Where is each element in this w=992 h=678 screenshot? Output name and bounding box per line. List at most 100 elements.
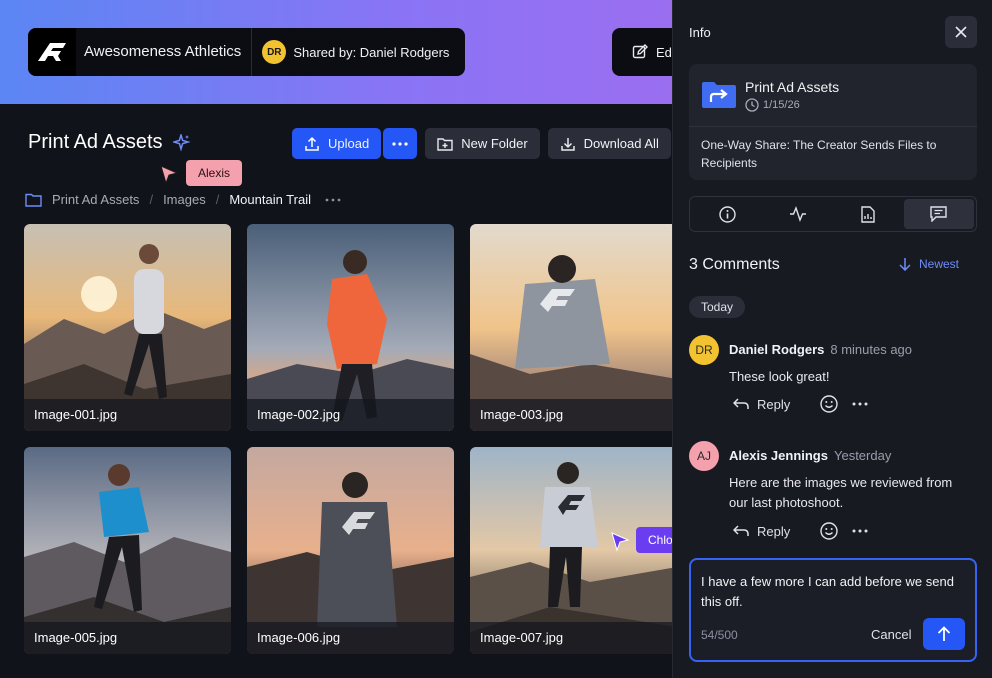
comment-author: Daniel Rodgers 8 minutes ago xyxy=(729,342,912,357)
shared-by-label: Shared by: Daniel Rodgers xyxy=(293,44,450,60)
char-count: 54/500 xyxy=(701,628,738,642)
share-date-text: 1/15/26 xyxy=(763,98,800,111)
arrow-down-icon xyxy=(899,258,911,271)
comment-icon xyxy=(930,206,947,222)
more-icon[interactable] xyxy=(325,198,341,202)
tab-comments[interactable] xyxy=(903,199,974,229)
comment-actions: Reply xyxy=(733,522,868,540)
comment-composer: I have a few more I can add before we se… xyxy=(689,558,977,662)
avatar: DR xyxy=(262,40,287,64)
share-name: Print Ad Assets xyxy=(745,78,840,95)
image-tile-overlay: Image-001.jpg xyxy=(24,224,231,431)
brand-logo xyxy=(28,28,76,76)
image-name: Image-003.jpg xyxy=(470,399,677,431)
breadcrumb-separator: / xyxy=(149,192,154,207)
comments-count: 3 Comments xyxy=(689,256,780,273)
reply-button[interactable]: Reply xyxy=(733,397,790,412)
share-description: One-Way Share: The Creator Sends Files t… xyxy=(701,138,937,170)
activity-icon xyxy=(789,206,806,222)
upload-icon xyxy=(305,136,319,151)
cursor-icon xyxy=(611,532,629,552)
author-name: Daniel Rodgers xyxy=(729,342,825,357)
close-icon xyxy=(955,26,967,38)
panel-title: Info xyxy=(689,25,711,40)
sparkle-icon[interactable] xyxy=(172,133,191,152)
author-name: Alexis Jennings xyxy=(729,448,828,463)
info-panel: Info Print Ad Assets 1/15/26 One-Way Sha… xyxy=(672,0,992,678)
reply-icon xyxy=(733,398,749,409)
comment: DR Daniel Rodgers 8 minutes ago These loo… xyxy=(689,335,979,425)
image-tile-overlay: Image-003.jpg xyxy=(470,224,677,431)
folder-icon xyxy=(25,193,42,207)
share-date: 1/15/26 xyxy=(745,97,839,112)
new-folder-label: New Folder xyxy=(461,136,528,151)
breadcrumb-separator: / xyxy=(215,192,220,207)
download-icon xyxy=(560,137,575,151)
more-icon[interactable] xyxy=(852,529,868,533)
image-tile-overlay: Image-005.jpg xyxy=(24,447,231,654)
more-icon[interactable] xyxy=(852,402,868,406)
avatar: AJ xyxy=(689,441,719,471)
cursor-label-alexis: Alexis xyxy=(186,160,243,186)
reply-icon xyxy=(733,525,749,536)
comment-author: Alexis Jennings Yesterday xyxy=(729,448,891,463)
tab-info[interactable] xyxy=(692,199,763,229)
day-divider: Today xyxy=(689,296,746,318)
edit-icon xyxy=(632,44,648,59)
close-button[interactable] xyxy=(945,16,977,48)
image-name: Image-007.jpg xyxy=(470,622,677,654)
image-tile-overlay: Image-006.jpg xyxy=(247,447,454,654)
new-folder-button[interactable]: New Folder xyxy=(425,128,540,159)
emoji-icon[interactable] xyxy=(820,522,838,540)
upload-more-button[interactable] xyxy=(383,128,418,159)
comment: AJ Alexis Jennings Yesterday Here are the… xyxy=(689,441,979,551)
page-title: Print Ad Assets xyxy=(28,131,191,154)
comment-actions: Reply xyxy=(733,395,868,413)
share-card-header: Print Ad Assets 1/15/26 xyxy=(689,64,977,127)
share-card: Print Ad Assets 1/15/26 One-Way Share: T… xyxy=(689,64,977,180)
report-icon xyxy=(861,205,875,223)
clock-icon xyxy=(745,97,759,112)
image-name: Image-005.jpg xyxy=(24,622,231,654)
download-all-button[interactable]: Download All xyxy=(547,128,671,159)
image-name: Image-001.jpg xyxy=(24,399,231,431)
comment-text: These look great! xyxy=(729,369,830,384)
toolbar: Upload New Folder Download All xyxy=(292,128,671,159)
reply-label: Reply xyxy=(757,396,791,412)
sort-button[interactable]: Newest xyxy=(899,257,959,271)
sort-label: Newest xyxy=(919,257,960,271)
image-tile-overlay: Image-002.jpg xyxy=(247,224,454,431)
emoji-icon[interactable] xyxy=(820,395,838,413)
breadcrumb-item[interactable]: Print Ad Assets xyxy=(52,192,139,207)
shared-folder-icon xyxy=(702,82,736,108)
download-all-label: Download All xyxy=(583,136,659,151)
tab-report[interactable] xyxy=(833,199,904,229)
upload-label: Upload xyxy=(328,136,370,151)
comment-text: Here are the images we reviewed from our… xyxy=(729,475,953,510)
cancel-button[interactable]: Cancel xyxy=(871,627,911,642)
folder-plus-icon xyxy=(437,137,453,151)
breadcrumb-item[interactable]: Images xyxy=(163,192,206,207)
shared-by: DR Shared by: Daniel Rodgers xyxy=(252,40,465,64)
reply-label: Reply xyxy=(757,523,791,539)
image-name: Image-006.jpg xyxy=(247,622,454,654)
brand-name: Awesomeness Athletics xyxy=(76,28,253,76)
tab-activity[interactable] xyxy=(763,199,834,229)
page-title-text: Print Ad Assets xyxy=(28,131,163,153)
more-icon xyxy=(392,141,408,146)
share-header: Awesomeness Athletics DR Shared by: Dani… xyxy=(28,28,466,76)
avatar: DR xyxy=(689,335,719,365)
send-button[interactable] xyxy=(923,618,965,650)
panel-tabs xyxy=(689,196,977,232)
comment-input[interactable]: I have a few more I can add before we se… xyxy=(701,572,961,612)
cursor-icon xyxy=(160,165,178,185)
breadcrumb-current: Mountain Trail xyxy=(229,192,311,207)
image-name: Image-002.jpg xyxy=(247,399,454,431)
breadcrumb: Print Ad Assets / Images / Mountain Trai… xyxy=(25,192,341,207)
upload-group: Upload xyxy=(292,128,418,159)
arrow-up-icon xyxy=(937,626,951,641)
upload-button[interactable]: Upload xyxy=(292,128,382,159)
comment-time: 8 minutes ago xyxy=(830,342,913,357)
info-icon xyxy=(719,205,736,223)
reply-button[interactable]: Reply xyxy=(733,524,790,539)
